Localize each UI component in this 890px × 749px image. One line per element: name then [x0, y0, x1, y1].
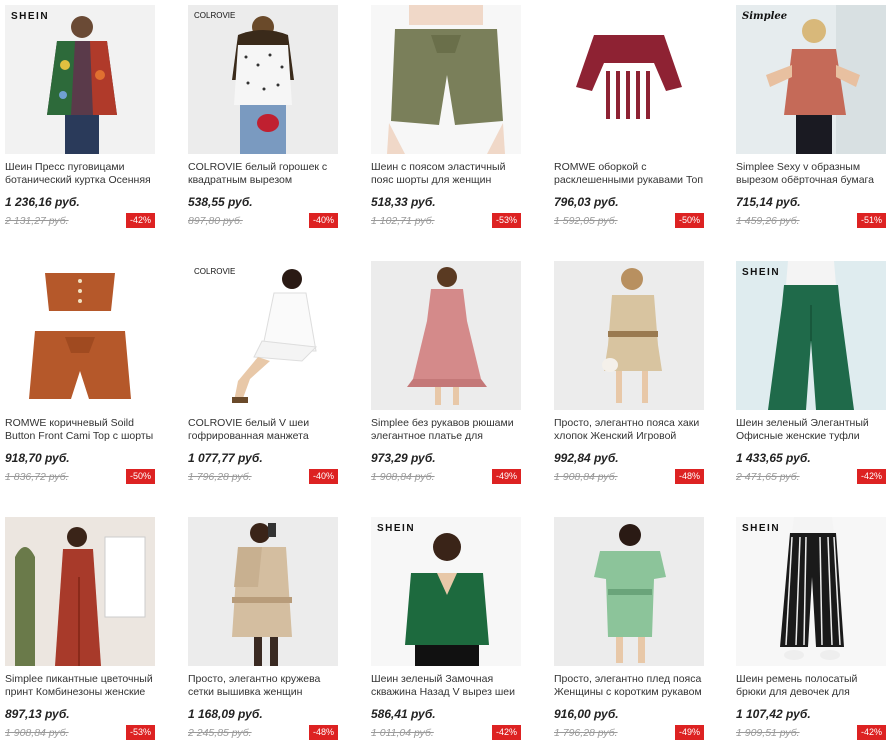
discount-badge: -48%: [674, 469, 704, 484]
brand-logo: SHEIN: [742, 523, 781, 534]
product-title[interactable]: Просто, элегантно плед пояса Женщины с к…: [554, 673, 704, 701]
product-title[interactable]: Просто, элегантно кружева сетки вышивка …: [188, 673, 338, 701]
product-image[interactable]: [554, 517, 704, 666]
product-old-price: 1 011,04 руб.: [371, 727, 434, 739]
product-price: 918,70 руб.: [5, 451, 70, 465]
product-title[interactable]: COLROVIE белый V шеи гофрированная манже…: [188, 417, 338, 445]
product-old-price: 1 908,84 руб.: [5, 727, 69, 739]
product-card[interactable]: Simplee пикантные цветочный принт Комбин…: [5, 517, 155, 749]
product-price: 1 107,42 руб.: [736, 707, 811, 721]
discount-badge: -42%: [856, 725, 886, 740]
product-price: 796,03 руб.: [554, 195, 619, 209]
product-image[interactable]: Simplee: [736, 5, 886, 154]
product-card[interactable]: SHEIN Шеин Пресс пуговицами ботанический…: [5, 5, 155, 237]
product-old-price: 2 471,65 руб.: [736, 471, 800, 483]
product-card[interactable]: SHEIN Шеин зеленый Элегантный Офисные же…: [736, 261, 886, 493]
product-title[interactable]: Шеин с поясом эластичный пояс шорты для …: [371, 161, 521, 189]
product-title[interactable]: Simplee без рукавов рюшами элегантное пл…: [371, 417, 521, 445]
product-card[interactable]: Шеин с поясом эластичный пояс шорты для …: [371, 5, 521, 237]
product-old-price: 1 796,28 руб.: [188, 471, 252, 483]
product-price: 518,33 руб.: [371, 195, 436, 209]
product-old-price: 1 796,28 руб.: [554, 727, 618, 739]
product-image[interactable]: [188, 517, 338, 666]
product-image[interactable]: [371, 261, 521, 410]
product-price: 715,14 руб.: [736, 195, 801, 209]
product-title[interactable]: Просто, элегантно пояса хаки хлопок Женс…: [554, 417, 704, 445]
product-image[interactable]: SHEIN: [736, 261, 886, 410]
product-title[interactable]: ROMWE коричневый Soild Button Front Cami…: [5, 417, 155, 445]
discount-badge: -42%: [856, 469, 886, 484]
product-price: 1 077,77 руб.: [188, 451, 263, 465]
product-price: 1 433,65 руб.: [736, 451, 811, 465]
product-image[interactable]: [5, 261, 155, 410]
product-image[interactable]: SHEIN: [736, 517, 886, 666]
discount-badge: -40%: [308, 469, 338, 484]
discount-badge: -40%: [308, 213, 338, 228]
product-card[interactable]: COLROVIE COLROVIE белый V шеи гофрирован…: [188, 261, 338, 493]
product-price: 1 236,16 руб.: [5, 195, 80, 209]
discount-badge: -50%: [674, 213, 704, 228]
product-price: 586,41 руб.: [371, 707, 436, 721]
brand-logo: SHEIN: [11, 11, 50, 22]
product-card[interactable]: SHEIN Шеин зеленый Замочная скважина Наз…: [371, 517, 521, 749]
brand-logo: COLROVIE: [194, 11, 236, 20]
product-card[interactable]: COLROVIE COLROVIE белый горошек с квадра…: [188, 5, 338, 237]
discount-badge: -48%: [308, 725, 338, 740]
product-title[interactable]: COLROVIE белый горошек с квадратным выре…: [188, 161, 338, 189]
product-card[interactable]: Просто, элегантно пояса хаки хлопок Женс…: [554, 261, 704, 493]
brand-logo: COLROVIE: [194, 267, 236, 276]
product-image[interactable]: [371, 5, 521, 154]
product-old-price: 1 908,84 руб.: [554, 471, 618, 483]
brand-logo: Simplee: [742, 11, 788, 22]
discount-badge: -42%: [491, 725, 521, 740]
product-grid: SHEIN Шеин Пресс пуговицами ботанический…: [0, 0, 890, 743]
product-title[interactable]: Шеин зеленый Замочная скважина Назад V в…: [371, 673, 521, 701]
product-price: 1 168,09 руб.: [188, 707, 263, 721]
brand-logo: SHEIN: [377, 523, 416, 534]
product-card[interactable]: Simplee Simplee Sexy v образным вырезом …: [736, 5, 886, 237]
product-old-price: 1 102,71 руб.: [371, 215, 435, 227]
product-old-price: 2 131,27 руб.: [5, 215, 69, 227]
discount-badge: -50%: [125, 469, 155, 484]
product-image[interactable]: [554, 5, 704, 154]
product-old-price: 1 836,72 руб.: [5, 471, 69, 483]
product-title[interactable]: Шеин ремень полосатый брюки для девочек …: [736, 673, 886, 701]
product-image[interactable]: [5, 517, 155, 666]
product-image[interactable]: SHEIN: [371, 517, 521, 666]
discount-badge: -51%: [856, 213, 886, 228]
discount-badge: -42%: [125, 213, 155, 228]
product-title[interactable]: ROMWE оборкой с расклешенными рукавами Т…: [554, 161, 704, 189]
product-title[interactable]: Simplee Sexy v образным вырезом обёрточн…: [736, 161, 886, 189]
product-price: 538,55 руб.: [188, 195, 253, 209]
discount-badge: -49%: [674, 725, 704, 740]
product-image[interactable]: COLROVIE: [188, 5, 338, 154]
discount-badge: -53%: [491, 213, 521, 228]
product-card[interactable]: SHEIN Шеин ремень полосатый брюки для де…: [736, 517, 886, 749]
product-old-price: 1 909,51 руб.: [736, 727, 800, 739]
product-old-price: 1 592,05 руб.: [554, 215, 618, 227]
product-title[interactable]: Simplee пикантные цветочный принт Комбин…: [5, 673, 155, 701]
product-old-price: 2 245,85 руб.: [188, 727, 252, 739]
product-image[interactable]: [554, 261, 704, 410]
product-title[interactable]: Шеин Пресс пуговицами ботанический куртк…: [5, 161, 155, 189]
product-image[interactable]: COLROVIE: [188, 261, 338, 410]
product-price: 992,84 руб.: [554, 451, 619, 465]
product-old-price: 897,80 руб.: [188, 215, 243, 227]
product-old-price: 1 908,84 руб.: [371, 471, 435, 483]
product-image[interactable]: SHEIN: [5, 5, 155, 154]
discount-badge: -49%: [491, 469, 521, 484]
product-card[interactable]: ROMWE коричневый Soild Button Front Cami…: [5, 261, 155, 493]
product-card[interactable]: Просто, элегантно плед пояса Женщины с к…: [554, 517, 704, 749]
discount-badge: -53%: [125, 725, 155, 740]
product-title[interactable]: Шеин зеленый Элегантный Офисные женские …: [736, 417, 886, 445]
product-price: 897,13 руб.: [5, 707, 70, 721]
product-card[interactable]: Просто, элегантно кружева сетки вышивка …: [188, 517, 338, 749]
product-price: 916,00 руб.: [554, 707, 619, 721]
brand-logo: SHEIN: [742, 267, 781, 278]
product-card[interactable]: ROMWE оборкой с расклешенными рукавами Т…: [554, 5, 704, 237]
product-price: 973,29 руб.: [371, 451, 436, 465]
product-old-price: 1 459,26 руб.: [736, 215, 800, 227]
product-card[interactable]: Simplee без рукавов рюшами элегантное пл…: [371, 261, 521, 493]
